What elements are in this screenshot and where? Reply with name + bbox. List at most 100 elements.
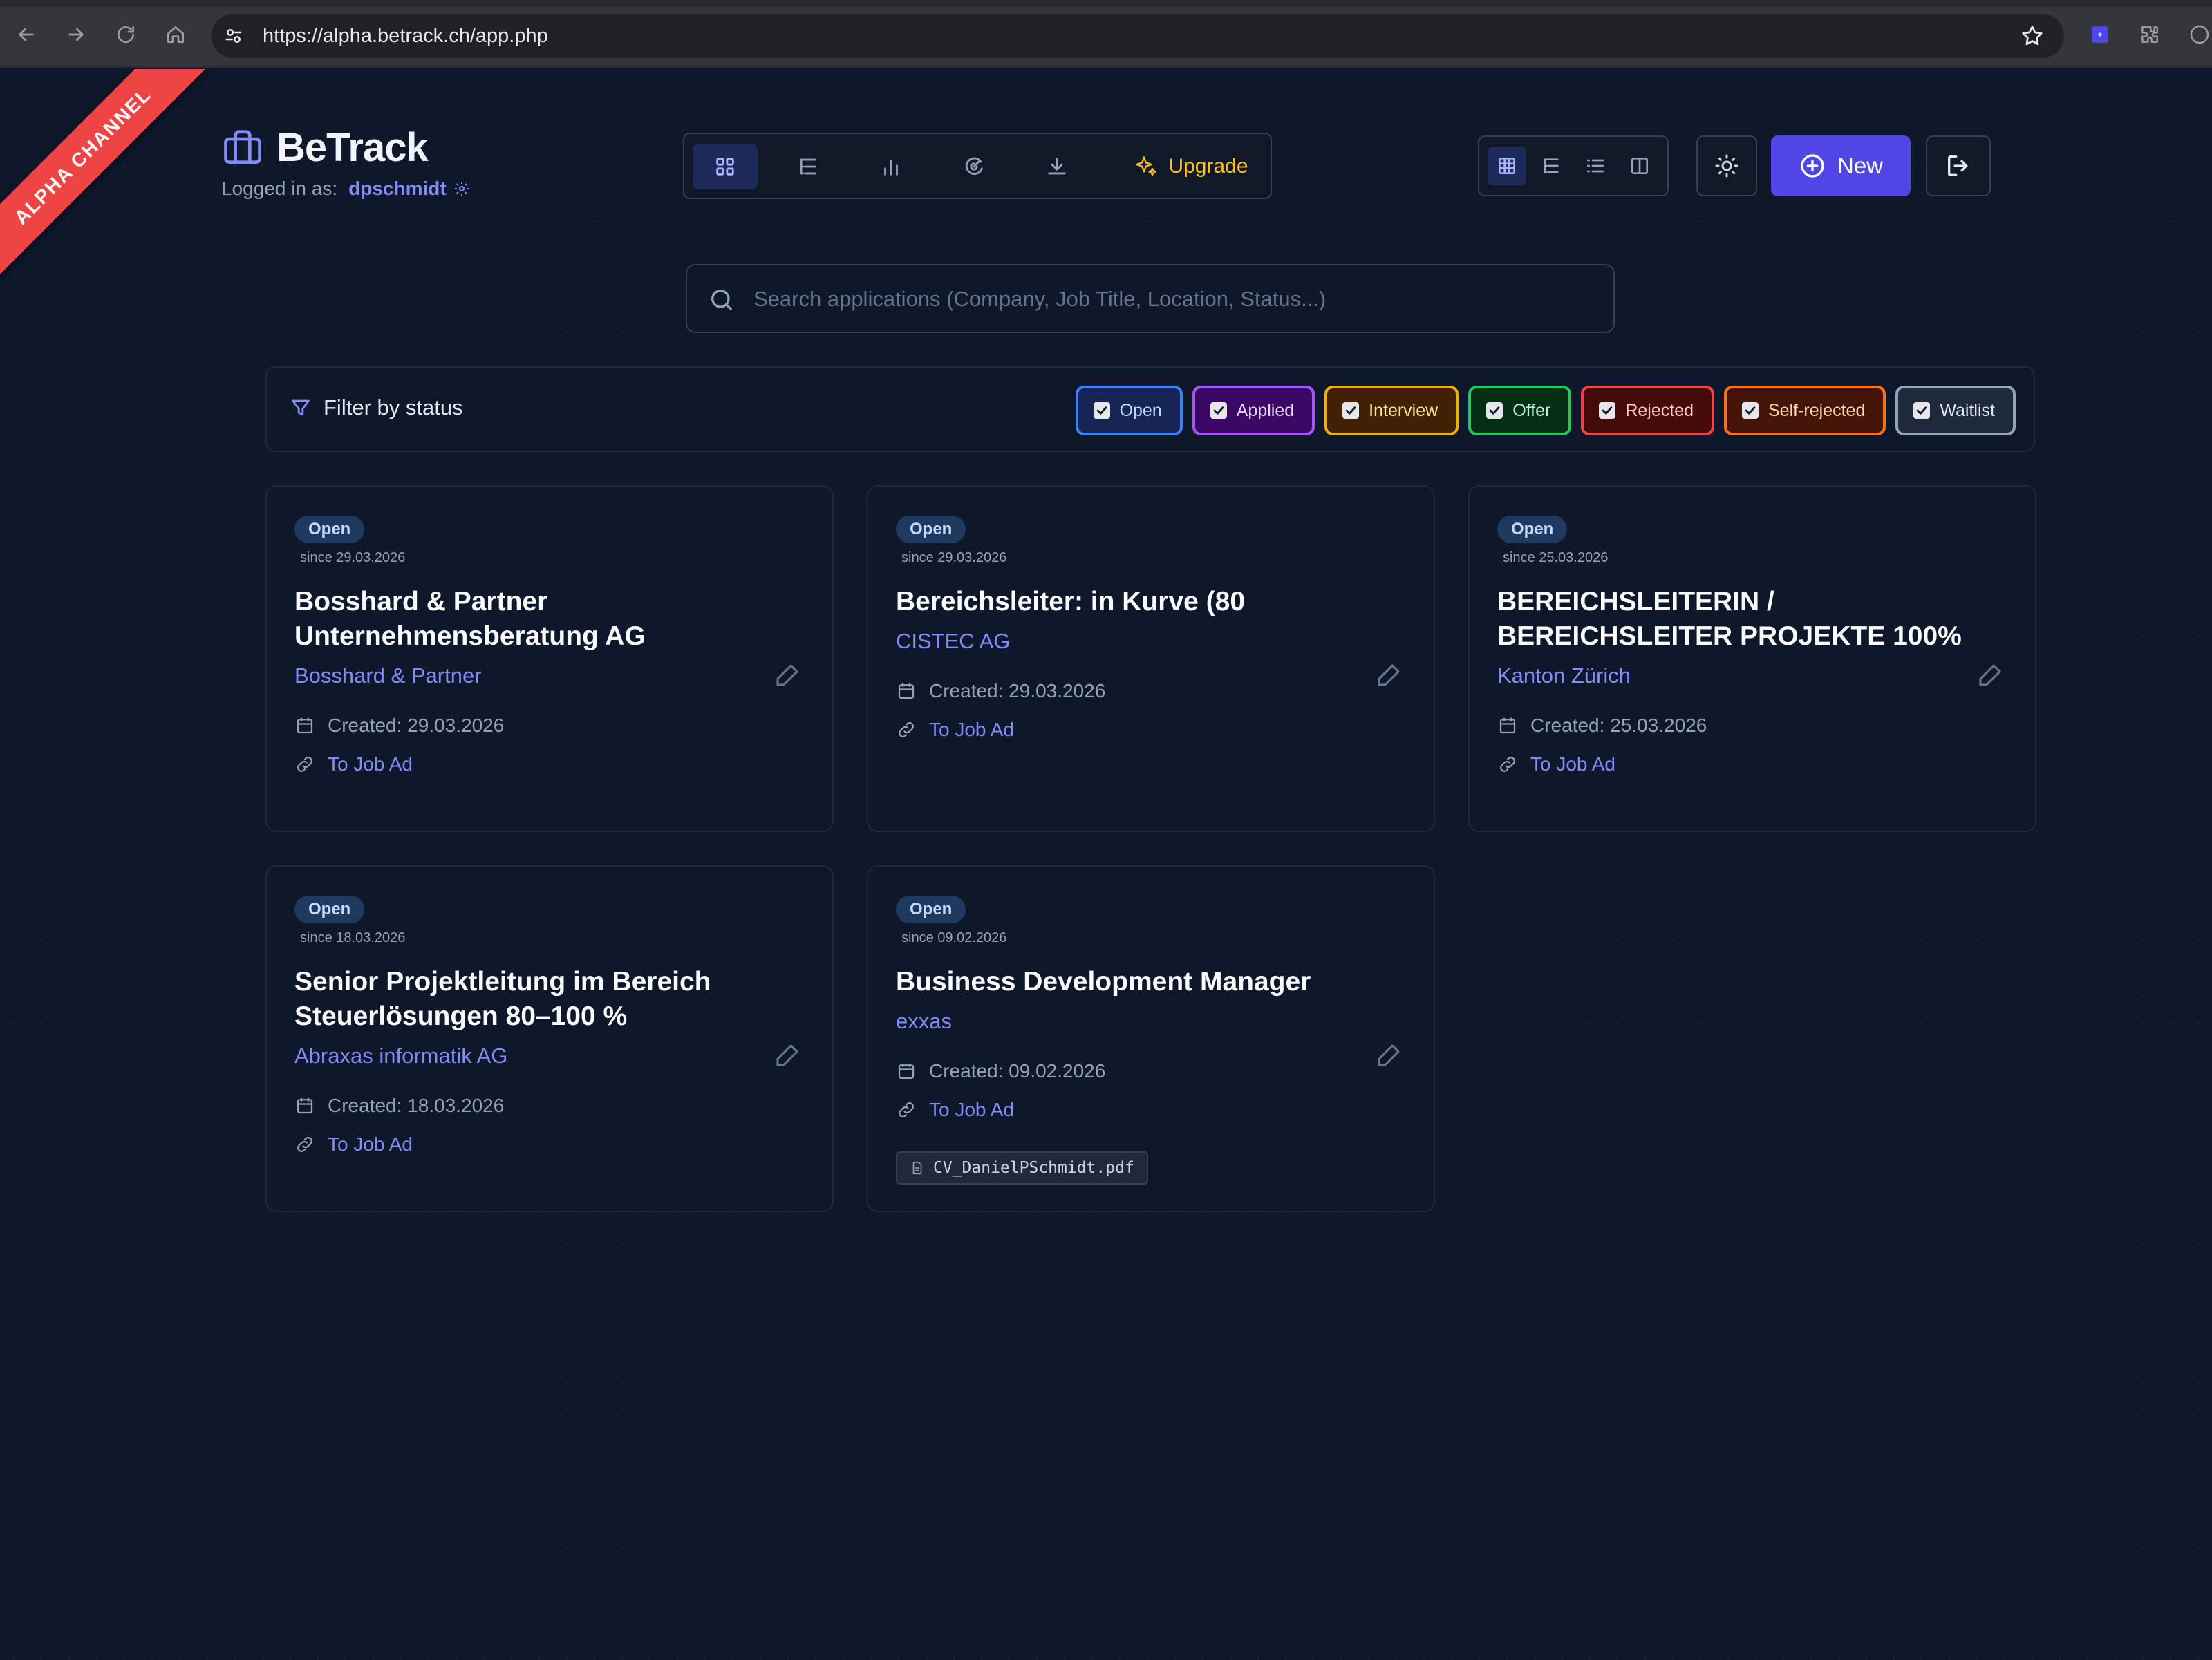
search-box xyxy=(686,264,1615,333)
main-toolbar: Upgrade xyxy=(683,133,1272,199)
username-link[interactable]: dpschmidt xyxy=(348,178,447,200)
status-filter-bar: Filter by status Open Applied Interview Off… xyxy=(265,366,2035,452)
application-card[interactable]: Open since 09.02.2026 Business Developme… xyxy=(867,865,1435,1212)
company-name: Abraxas informatik AG xyxy=(294,1044,508,1068)
forward-button[interactable] xyxy=(61,19,91,50)
job-ad-link[interactable]: To Job Ad xyxy=(294,1133,413,1156)
attachment-chip[interactable]: CV_DanielPSchmidt.pdf xyxy=(896,1151,1148,1185)
checkbox-checked-icon[interactable] xyxy=(1210,402,1227,419)
new-application-button[interactable]: New xyxy=(1771,135,1911,196)
pencil-icon[interactable] xyxy=(1976,661,2005,690)
alpha-channel-ribbon: ALPHA CHANNEL xyxy=(0,69,214,287)
filter-chip-open[interactable]: Open xyxy=(1075,386,1183,435)
export-button[interactable] xyxy=(1024,144,1089,189)
application-card[interactable]: Open since 29.03.2026 Bereichsleiter: in… xyxy=(867,485,1435,832)
brand-block: BeTrack Logged in as: dpschmidt xyxy=(221,124,470,200)
application-card[interactable]: Open since 29.03.2026 Bosshard & Partner… xyxy=(265,485,834,832)
search-icon xyxy=(711,290,732,310)
filter-chip-applied[interactable]: Applied xyxy=(1192,386,1315,435)
bookmark-star-icon[interactable] xyxy=(2020,23,2045,48)
company-name: exxas xyxy=(896,1009,952,1033)
checkbox-checked-icon[interactable] xyxy=(1599,402,1616,419)
dashboard-button[interactable] xyxy=(693,144,758,189)
gear-icon[interactable] xyxy=(453,180,470,197)
created-text: Created: 09.02.2026 xyxy=(929,1060,1106,1082)
home-button[interactable] xyxy=(160,19,191,50)
view-mode-group xyxy=(1478,135,1669,196)
tree-view-button[interactable] xyxy=(1532,147,1571,185)
list-tree-icon xyxy=(1544,158,1559,173)
filter-chip-rejected[interactable]: Rejected xyxy=(1581,386,1714,435)
brand-row: BeTrack xyxy=(221,124,470,171)
filter-chip-waitlist[interactable]: Waitlist xyxy=(1895,386,2016,435)
created-text: Created: 29.03.2026 xyxy=(929,680,1106,701)
app-page: ALPHA CHANNEL BeTrack Logged in as: dpsc… xyxy=(0,69,2212,1660)
pencil-icon[interactable] xyxy=(1374,1041,1403,1070)
status-since: since 29.03.2026 xyxy=(901,550,1007,565)
checkbox-checked-icon[interactable] xyxy=(1913,402,1931,419)
job-ad-link[interactable]: To Job Ad xyxy=(896,1099,1014,1121)
job-ad-link[interactable]: To Job Ad xyxy=(1497,753,1615,775)
site-settings-icon[interactable] xyxy=(221,23,246,48)
grid-view-button[interactable] xyxy=(1488,147,1526,185)
download-icon xyxy=(1048,158,1066,175)
statistics-button[interactable] xyxy=(859,144,924,189)
extensions-puzzle-icon[interactable] xyxy=(2137,22,2162,47)
logout-button[interactable] xyxy=(1926,135,1991,196)
status-badge: Open xyxy=(896,896,966,923)
job-ad-link-text: To Job Ad xyxy=(328,1133,413,1155)
activity-button[interactable] xyxy=(941,144,1006,189)
theme-toggle-button[interactable] xyxy=(1696,135,1757,196)
link-icon xyxy=(899,722,914,737)
filter-chip-label: Waitlist xyxy=(1940,400,1995,420)
pencil-icon[interactable] xyxy=(773,661,802,690)
job-title: Bosshard & Partner Unternehmensberatung … xyxy=(294,587,646,651)
job-ad-link[interactable]: To Job Ad xyxy=(294,753,413,775)
sun-icon xyxy=(1715,154,1738,178)
checkbox-checked-icon[interactable] xyxy=(1342,402,1360,419)
bar-chart-icon xyxy=(884,160,898,176)
status-chips: Open Applied Interview Offer Rejected Self-re… xyxy=(1066,386,2016,435)
upgrade-button[interactable]: Upgrade xyxy=(1118,144,1264,189)
filter-label: Filter by status xyxy=(289,395,463,420)
calendar-icon xyxy=(1499,717,1516,734)
filter-chip-label: Open xyxy=(1119,400,1162,420)
profile-icon[interactable] xyxy=(2187,22,2212,47)
filter-chip-label: Applied xyxy=(1236,400,1295,420)
checkbox-checked-icon[interactable] xyxy=(1486,402,1503,419)
job-ad-link[interactable]: To Job Ad xyxy=(896,719,1014,741)
kanban-view-button[interactable] xyxy=(1620,147,1659,185)
filter-chip-interview[interactable]: Interview xyxy=(1324,386,1459,435)
job-title: Bereichsleiter: in Kurve (80 xyxy=(896,587,1246,616)
pencil-icon[interactable] xyxy=(773,1041,802,1070)
created-date: Created: 29.03.2026 xyxy=(294,715,504,737)
timeline-button[interactable] xyxy=(776,144,841,189)
calendar-icon xyxy=(898,683,915,699)
application-card[interactable]: Open since 18.03.2026 Senior Projektleit… xyxy=(265,865,834,1212)
created-date: Created: 18.03.2026 xyxy=(294,1095,504,1117)
list-view-button[interactable] xyxy=(1576,147,1615,185)
reload-button[interactable] xyxy=(111,19,141,50)
job-ad-link-text: To Job Ad xyxy=(328,753,413,775)
status-badge: Open xyxy=(294,516,365,543)
filter-chip-label: Interview xyxy=(1369,400,1438,420)
calendar-icon xyxy=(297,1097,313,1114)
reload-icon xyxy=(118,26,134,43)
extension-icon[interactable] xyxy=(2088,22,2112,47)
filter-chip-offer[interactable]: Offer xyxy=(1468,386,1572,435)
filter-chip-self-rejected[interactable]: Self-rejected xyxy=(1724,386,1886,435)
arrow-left-icon xyxy=(19,28,34,41)
link-icon xyxy=(297,757,312,772)
briefcase-icon xyxy=(224,129,261,164)
application-card[interactable]: Open since 25.03.2026 BEREICHSLEITERIN /… xyxy=(1468,485,2036,832)
pencil-icon[interactable] xyxy=(1374,661,1403,690)
checkbox-checked-icon[interactable] xyxy=(1742,402,1759,419)
checkbox-checked-icon[interactable] xyxy=(1093,402,1110,419)
link-icon xyxy=(899,1102,914,1117)
filter-label-text: Filter by status xyxy=(324,395,463,419)
address-bar[interactable]: https://alpha.betrack.ch/app.php xyxy=(212,14,2064,58)
list-icon xyxy=(1587,159,1604,173)
status-since: since 29.03.2026 xyxy=(300,550,406,565)
search-input[interactable] xyxy=(753,279,1583,319)
back-button[interactable] xyxy=(11,19,41,50)
